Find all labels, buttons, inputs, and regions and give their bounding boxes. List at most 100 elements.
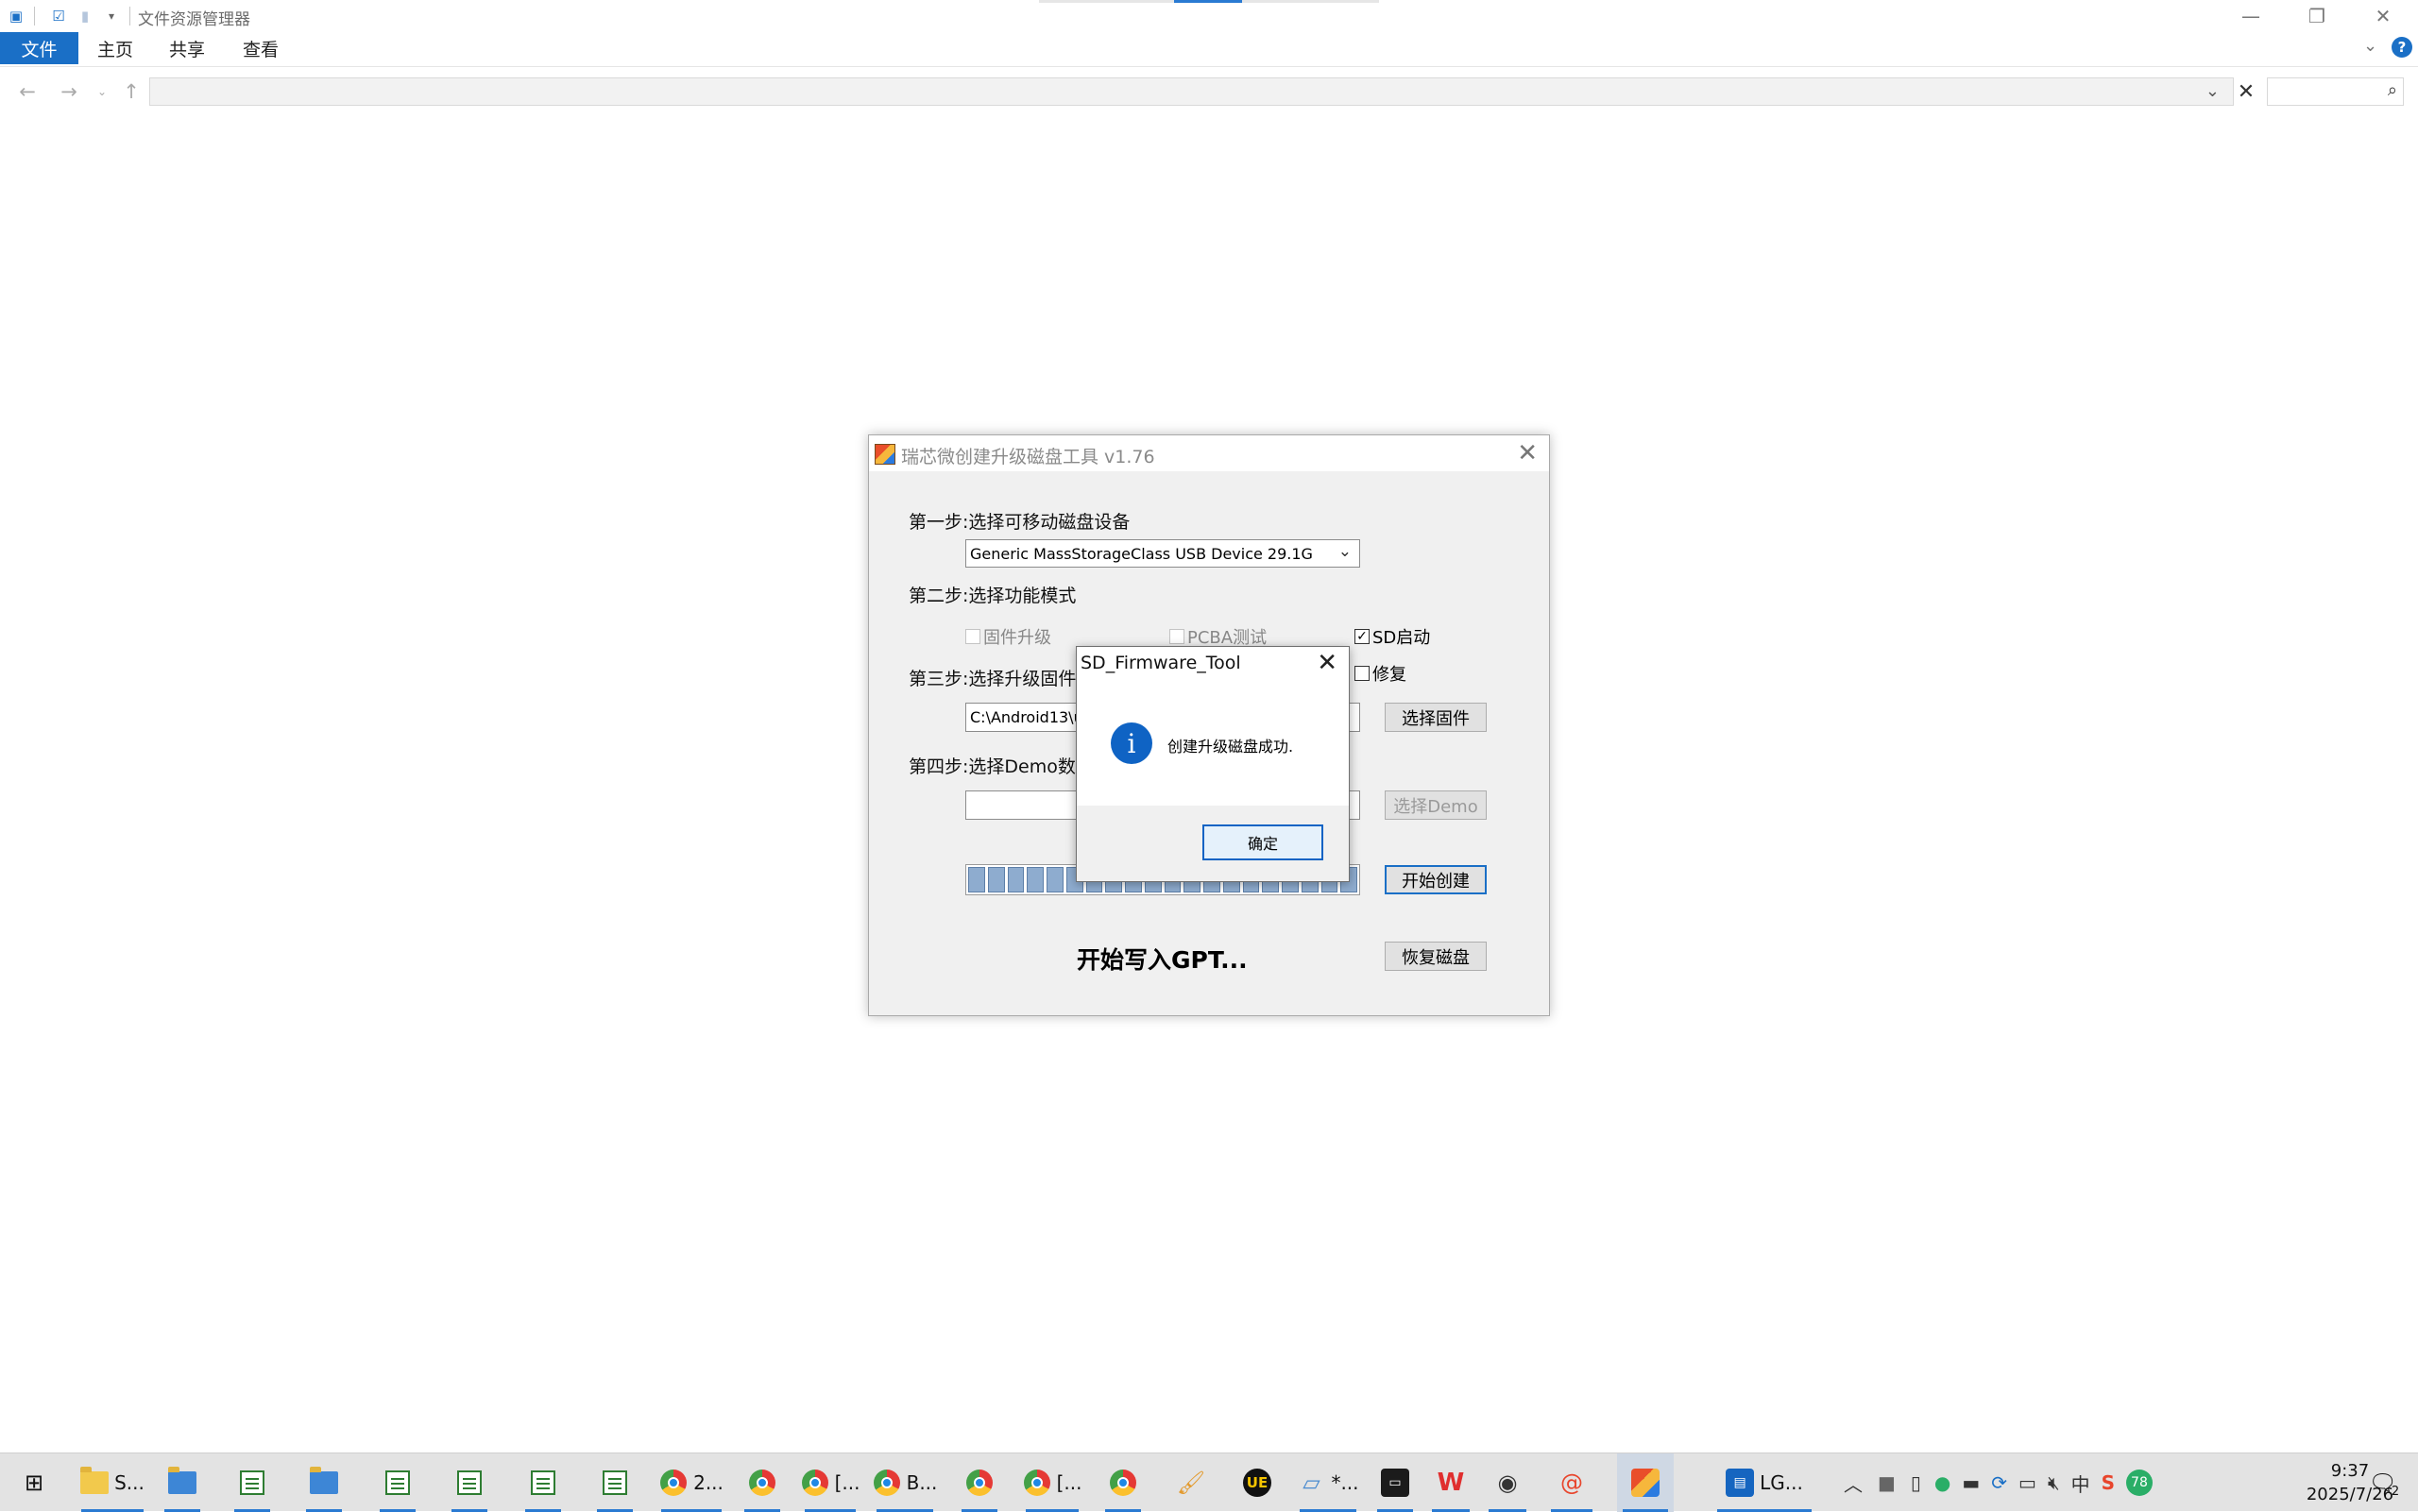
sync-icon[interactable]: ⟳ xyxy=(1991,1471,2007,1494)
notification-center-button[interactable]: 🗨︎ 2 xyxy=(2358,1453,2410,1512)
tab-view[interactable]: 查看 xyxy=(232,32,289,64)
chrome-icon xyxy=(1109,1469,1137,1497)
network-icon[interactable]: ▭ xyxy=(2018,1471,2036,1494)
active-tab-indicator xyxy=(1174,0,1242,3)
start-button[interactable]: ⊞ xyxy=(9,1453,59,1512)
taskbar-label: 2... xyxy=(693,1471,724,1494)
chrome-icon xyxy=(873,1469,901,1497)
dialog-message: 创建升级磁盘成功. xyxy=(1167,738,1294,756)
ok-button[interactable]: 确定 xyxy=(1202,824,1323,860)
address-dropdown-chevron-icon[interactable]: ⌄ xyxy=(2205,81,2220,101)
taskbar-app-3[interactable] xyxy=(446,1453,493,1512)
checkbox-box xyxy=(1169,629,1184,644)
step3-label: 第三步:选择升级固件 xyxy=(909,669,1077,689)
usb-drive-icon[interactable]: ▯ xyxy=(1911,1471,1921,1494)
taskbar-rk-tool[interactable] xyxy=(1617,1453,1674,1512)
tab-share[interactable]: 共享 xyxy=(159,32,215,64)
forward-arrow-icon[interactable]: → xyxy=(55,77,83,106)
mode-repair-checkbox[interactable]: 修复 xyxy=(1354,661,1406,686)
taskbar-wps[interactable]: W xyxy=(1426,1453,1475,1512)
checkbox-label: SD启动 xyxy=(1372,628,1431,648)
restore-disk-button[interactable]: 恢复磁盘 xyxy=(1385,942,1487,971)
taskbar-app-4[interactable] xyxy=(519,1453,567,1512)
tab-file[interactable]: 文件 xyxy=(0,32,78,64)
message-dialog: SD_Firmware_Tool ✕ i 创建升级磁盘成功. 确定 xyxy=(1076,646,1350,882)
taskbar-chrome-5[interactable] xyxy=(956,1453,1003,1512)
mode-sd-boot-checkbox[interactable]: ✓ SD启动 xyxy=(1354,624,1430,649)
taskbar-ultraedit[interactable]: UE xyxy=(1234,1453,1281,1512)
document-icon xyxy=(455,1469,484,1497)
divider xyxy=(34,7,35,25)
search-icon: ⌕ xyxy=(2387,80,2397,100)
search-input[interactable]: ⌕ xyxy=(2267,77,2404,106)
expand-ribbon-chevron-icon[interactable]: ⌄ xyxy=(2363,36,2377,56)
taskbar-chrome-2[interactable] xyxy=(739,1453,786,1512)
taskbar-chrome-7[interactable] xyxy=(1099,1453,1147,1512)
camera-icon: ◉ xyxy=(1497,1470,1518,1496)
minimize-button[interactable]: — xyxy=(2218,0,2284,32)
taskbar-app-2[interactable] xyxy=(374,1453,421,1512)
back-arrow-icon[interactable]: ← xyxy=(13,77,42,106)
taskbar-chrome-3[interactable]: [... xyxy=(799,1453,861,1512)
taskbar-label: *... xyxy=(1331,1471,1359,1494)
taskbar-explorer-3[interactable] xyxy=(300,1453,348,1512)
taskbar-chrome-4[interactable]: B... xyxy=(871,1453,939,1512)
rk-tool-close-icon[interactable]: ✕ xyxy=(1517,439,1538,467)
mode-firmware-upgrade-checkbox[interactable]: 固件升级 xyxy=(965,624,1051,649)
step2-label: 第二步:选择功能模式 xyxy=(909,586,1077,606)
volume-muted-icon[interactable]: 🔇︎ xyxy=(2048,1471,2060,1494)
select-firmware-button[interactable]: 选择固件 xyxy=(1385,703,1487,732)
chrome-icon xyxy=(748,1469,776,1497)
chrome-icon xyxy=(965,1469,994,1497)
document-icon xyxy=(238,1469,266,1497)
step1-label: 第一步:选择可移动磁盘设备 xyxy=(909,512,1131,533)
properties-icon[interactable]: ☑ xyxy=(48,6,69,26)
device-select[interactable]: Generic MassStorageClass USB Device 29.1… xyxy=(965,539,1360,568)
taskbar-terminal[interactable]: ▭ xyxy=(1371,1453,1419,1512)
restore-button[interactable]: ❐ xyxy=(2284,0,2350,32)
device-select-value: Generic MassStorageClass USB Device 29.1… xyxy=(970,545,1313,563)
taskbar-capture[interactable]: ◉ xyxy=(1483,1453,1532,1512)
step4-label: 第四步:选择Demo数据 xyxy=(909,756,1094,777)
dialog-close-icon[interactable]: ✕ xyxy=(1317,649,1337,677)
window-title: 文件资源管理器 xyxy=(138,10,250,29)
chevron-down-icon: ⌄ xyxy=(1337,542,1352,561)
address-bar[interactable]: ⌄ xyxy=(149,77,2234,106)
tray-badge-icon[interactable]: 78 xyxy=(2125,1470,2153,1496)
taskbar-lg[interactable]: ▤ LG... xyxy=(1711,1453,1817,1512)
start-create-button[interactable]: 开始创建 xyxy=(1385,865,1487,894)
taskbar-explorer-s[interactable]: S... xyxy=(76,1453,149,1512)
ultraedit-icon: UE xyxy=(1243,1469,1271,1497)
document-icon xyxy=(601,1469,629,1497)
lg-app-icon: ▤ xyxy=(1726,1469,1755,1497)
recent-locations-chevron-icon[interactable]: ⌄ xyxy=(88,77,116,106)
info-icon: i xyxy=(1111,722,1152,764)
wechat-icon[interactable]: ● xyxy=(1934,1471,1950,1494)
new-folder-icon[interactable]: ▮ xyxy=(75,6,95,26)
notification-count: 2 xyxy=(2391,1484,2400,1499)
progress-segment xyxy=(968,867,985,892)
explorer-app-icon[interactable]: ▣ xyxy=(6,6,26,26)
checkbox-box xyxy=(1354,666,1370,681)
tab-home[interactable]: 主页 xyxy=(87,32,144,64)
taskbar-swirl[interactable]: @ xyxy=(1545,1453,1598,1512)
close-button[interactable]: ✕ xyxy=(2350,0,2416,32)
battery-icon[interactable]: ▬ xyxy=(1962,1471,1980,1494)
tray-app-icon[interactable]: ■ xyxy=(1878,1471,1896,1494)
up-arrow-icon[interactable]: ↑ xyxy=(117,77,145,106)
sogou-input-icon[interactable]: S xyxy=(2102,1471,2115,1494)
taskbar-explorer-2[interactable] xyxy=(159,1453,206,1512)
quick-access-toolbar: ▣ ☑ ▮ ▾ xyxy=(0,4,138,28)
taskbar-app-5[interactable] xyxy=(591,1453,639,1512)
taskbar-app-1[interactable] xyxy=(229,1453,276,1512)
ime-indicator[interactable]: 中 xyxy=(2071,1470,2090,1497)
taskbar-chrome-6[interactable]: [... xyxy=(1020,1453,1084,1512)
show-hidden-icons-chevron-icon[interactable]: ︿ xyxy=(1844,1470,1863,1497)
taskbar-notepad[interactable]: ▱ *... xyxy=(1294,1453,1362,1512)
clear-address-close-icon[interactable]: ✕ xyxy=(2232,77,2260,106)
customize-toolbar-dropdown-icon[interactable]: ▾ xyxy=(101,6,122,26)
taskbar-chrome-1[interactable]: 2... xyxy=(656,1453,727,1512)
help-icon[interactable]: ? xyxy=(2392,37,2412,58)
divider xyxy=(129,7,130,25)
taskbar-paint[interactable]: 🖌 xyxy=(1167,1453,1215,1512)
